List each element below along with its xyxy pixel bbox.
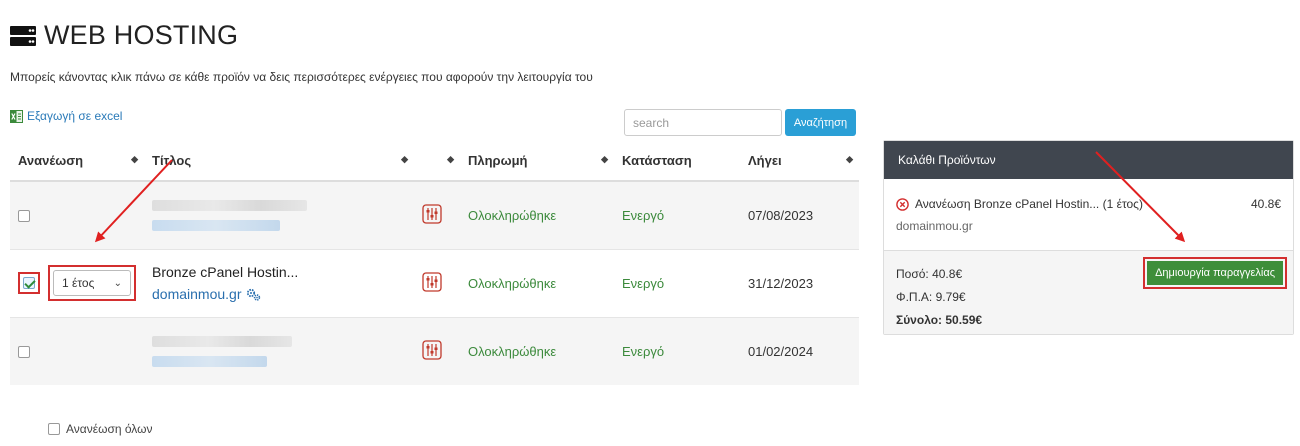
renew-all-label: Ανανέωση όλων (66, 422, 153, 436)
excel-icon (10, 109, 23, 123)
chevron-down-icon: ⌄ (113, 277, 122, 289)
page-title: WEB HOSTING (44, 20, 239, 50)
cart-summary: Ποσό: 40.8€ Φ.Π.Α: 9.79€ Σύνολο: 50.59€ … (884, 251, 1293, 334)
cart-vat: Φ.Π.Α: 9.79€ (896, 290, 966, 304)
cart-panel: Καλάθι Προϊόντων Ανανέωση Bronze cPanel … (883, 140, 1294, 335)
create-order-button[interactable]: Δημιουργία παραγγελίας (1147, 261, 1283, 285)
expiry-date: 07/08/2023 (748, 207, 814, 223)
table-row[interactable]: Ολοκληρώθηκε Ενεργό 07/08/2023 (10, 180, 859, 249)
renew-checkbox[interactable] (23, 277, 35, 289)
table-row[interactable]: 1 έτος ⌄ Bronze cPanel Hostin... domainm… (10, 248, 859, 317)
expiry-date: 01/02/2024 (748, 343, 814, 359)
product-name[interactable]: Bronze cPanel Hostin... (152, 264, 406, 280)
table-row[interactable]: Ολοκληρώθηκε Ενεργό 01/02/2024 (10, 316, 859, 385)
cart-item-domain: domainmou.gr (896, 219, 973, 233)
intro-text: Μπορείς κάνοντας κλικ πάνω σε κάθε προϊό… (10, 70, 593, 84)
expiry-date: 31/12/2023 (748, 275, 814, 291)
renew-checkbox[interactable] (18, 346, 30, 359)
renew-all-checkbox[interactable] (48, 423, 60, 435)
sort-icon: ◆ (447, 154, 454, 164)
col-payment[interactable]: Πληρωμή ◆ (460, 141, 614, 182)
product-domain[interactable]: domainmou.gr (152, 286, 261, 302)
page-header: WEB HOSTING (10, 20, 238, 51)
checkbox-highlight (18, 272, 40, 294)
order-button-highlight: Δημιουργία παραγγελίας (1143, 257, 1287, 289)
sort-icon: ◆ (601, 154, 608, 164)
cart-item: Ανανέωση Bronze cPanel Hostin... (1 έτος… (884, 179, 1293, 251)
renewal-period-select[interactable]: 1 έτος ⌄ (53, 270, 131, 296)
search-button[interactable]: Αναζήτηση (785, 109, 856, 136)
hosting-table: Ανανέωση ◆ Τίτλος ◆ ◆ Πληρωμή ◆ Κατάστασ… (10, 141, 859, 385)
settings-sliders-icon[interactable] (422, 204, 442, 224)
settings-sliders-icon[interactable] (422, 271, 442, 292)
server-icon (10, 25, 36, 46)
service-status: Ενεργό (622, 275, 665, 291)
cart-item-price: 40.8€ (1250, 197, 1281, 211)
service-status: Ενεργό (622, 207, 665, 223)
sort-icon: ◆ (131, 154, 138, 164)
blurred-product-name (152, 199, 307, 211)
cart-header: Καλάθι Προϊόντων (884, 141, 1293, 179)
cart-item-label: Ανανέωση Bronze cPanel Hostin... (1 έτος… (915, 197, 1143, 211)
col-expires[interactable]: Λήγει ◆ (740, 141, 859, 182)
payment-status: Ολοκληρώθηκε (468, 275, 557, 291)
search-input[interactable] (624, 109, 782, 136)
export-excel-link[interactable]: Εξαγωγή σε excel (10, 109, 122, 123)
blurred-domain (152, 355, 267, 367)
export-label: Εξαγωγή σε excel (27, 109, 123, 123)
payment-status: Ολοκληρώθηκε (468, 343, 557, 359)
col-status[interactable]: Κατάσταση (614, 141, 740, 182)
col-manage[interactable]: ◆ (414, 141, 460, 182)
remove-item-icon[interactable] (896, 197, 909, 211)
col-renew[interactable]: Ανανέωση ◆ (10, 141, 144, 182)
cart-total: Σύνολο: 50.59€ (896, 313, 983, 327)
renew-all-option[interactable]: Ανανέωση όλων (48, 422, 153, 436)
period-highlight: 1 έτος ⌄ (48, 265, 136, 301)
settings-sliders-icon[interactable] (422, 340, 442, 360)
renew-checkbox[interactable] (18, 210, 30, 223)
col-title[interactable]: Τίτλος ◆ (144, 141, 414, 182)
blurred-domain (152, 219, 280, 231)
blurred-product-name (152, 335, 292, 347)
sort-icon: ◆ (401, 154, 408, 164)
search-bar: Αναζήτηση (624, 109, 856, 136)
sort-icon: ◆ (846, 154, 853, 164)
payment-status: Ολοκληρώθηκε (468, 207, 557, 223)
cart-title: Καλάθι Προϊόντων (898, 153, 996, 167)
gears-icon[interactable] (246, 288, 261, 301)
service-status: Ενεργό (622, 343, 665, 359)
